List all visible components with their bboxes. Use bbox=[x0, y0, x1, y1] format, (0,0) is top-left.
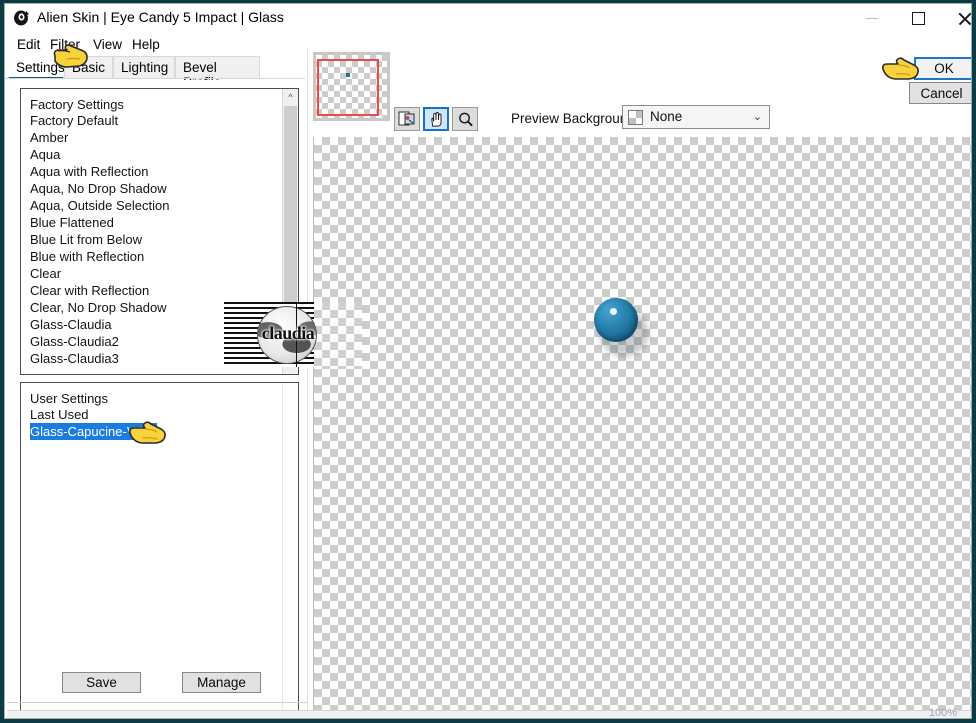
list-item[interactable]: Aqua bbox=[21, 146, 298, 163]
tab-bevel-profile[interactable]: Bevel Profile bbox=[175, 56, 260, 90]
navigator-thumbnail[interactable] bbox=[313, 52, 390, 121]
user-settings-items: User Settings Last Used Glass-Capucine-V… bbox=[21, 387, 298, 440]
sphere-highlight bbox=[610, 308, 617, 315]
minimize-icon bbox=[866, 18, 878, 19]
list-item[interactable]: Factory Default bbox=[21, 112, 298, 129]
preview-background-value: None bbox=[650, 109, 683, 124]
window-title: Alien Skin | Eye Candy 5 Impact | Glass bbox=[37, 9, 284, 25]
watermark-checker bbox=[314, 302, 362, 367]
list-item[interactable]: Aqua with Reflection bbox=[21, 163, 298, 180]
list-item[interactable]: Blue Lit from Below bbox=[21, 231, 298, 248]
image-picker-icon bbox=[398, 111, 415, 126]
list-item[interactable]: Last Used bbox=[21, 406, 298, 423]
close-button[interactable] bbox=[941, 4, 972, 33]
image-picker-tool-button[interactable] bbox=[394, 107, 420, 131]
transparency-swatch-icon bbox=[628, 110, 643, 125]
app-root: Alien Skin | Eye Candy 5 Impact | Glass … bbox=[0, 0, 976, 723]
list-item[interactable]: Aqua, No Drop Shadow bbox=[21, 180, 298, 197]
navigator-viewport-rect[interactable] bbox=[317, 59, 379, 116]
ok-button[interactable]: OK bbox=[914, 57, 971, 80]
preview-background-select[interactable]: None ⌄ bbox=[622, 105, 770, 129]
glass-sphere-object bbox=[591, 295, 661, 365]
list-item[interactable]: Clear bbox=[21, 265, 298, 282]
menu-item-view[interactable]: View bbox=[89, 36, 126, 53]
preview-pane: Preview Background: None ⌄ OK Cancel bbox=[308, 49, 971, 710]
list-item[interactable]: Blue Flattened bbox=[21, 214, 298, 231]
watermark-text: claudia bbox=[261, 323, 315, 343]
user-settings-listbox[interactable]: User Settings Last Used Glass-Capucine-V… bbox=[20, 382, 299, 718]
chevron-down-icon[interactable]: ⌄ bbox=[753, 110, 762, 123]
list-item[interactable]: Clear with Reflection bbox=[21, 282, 298, 299]
alien-skin-icon bbox=[13, 9, 31, 27]
left-pane-divider bbox=[7, 702, 307, 703]
claudia-watermark: claudia bbox=[224, 302, 362, 367]
menu-item-edit[interactable]: Edit bbox=[13, 36, 44, 53]
list-item[interactable]: User Settings bbox=[21, 387, 298, 406]
magnifier-zoom-icon bbox=[458, 112, 473, 126]
zoom-readout: 100% bbox=[928, 707, 957, 719]
user-list-scrollbar[interactable] bbox=[282, 383, 298, 718]
cancel-button[interactable]: Cancel bbox=[909, 82, 971, 104]
save-button[interactable]: Save bbox=[62, 672, 141, 693]
close-icon bbox=[957, 11, 972, 26]
application-window: Alien Skin | Eye Candy 5 Impact | Glass … bbox=[4, 3, 972, 719]
menu-item-help[interactable]: Help bbox=[128, 36, 164, 53]
maximize-button[interactable] bbox=[895, 4, 941, 33]
hand-pan-icon bbox=[430, 111, 442, 127]
title-bar: Alien Skin | Eye Candy 5 Impact | Glass bbox=[5, 4, 971, 33]
tab-strip-divider bbox=[5, 78, 305, 79]
manage-button[interactable]: Manage bbox=[182, 672, 261, 693]
sphere-body bbox=[594, 298, 638, 342]
minimize-button[interactable] bbox=[849, 4, 895, 33]
list-item[interactable]: Factory Settings bbox=[21, 93, 298, 112]
navigator-object-dot bbox=[346, 73, 350, 77]
magnifier-zoom-tool-button[interactable] bbox=[452, 107, 478, 131]
tab-basic[interactable]: Basic bbox=[64, 56, 113, 79]
tab-settings[interactable]: Settings bbox=[8, 56, 65, 79]
list-item[interactable]: Amber bbox=[21, 129, 298, 146]
chevron-up-icon[interactable]: ^ bbox=[283, 89, 298, 105]
list-item[interactable]: Blue with Reflection bbox=[21, 248, 298, 265]
list-item-selected[interactable]: Glass-Capucine-VSP bbox=[30, 423, 157, 440]
menu-item-filter[interactable]: Filter bbox=[46, 36, 84, 53]
preview-canvas[interactable] bbox=[313, 137, 971, 710]
tab-strip: Settings Basic Lighting Bevel Profile bbox=[5, 56, 305, 90]
status-bar: 100% bbox=[7, 707, 971, 719]
list-item[interactable]: Aqua, Outside Selection bbox=[21, 197, 298, 214]
scrollbar-thumb[interactable] bbox=[284, 106, 297, 332]
preview-background-label: Preview Background: bbox=[511, 111, 639, 126]
settings-pane: Factory Settings Factory Default Amber A… bbox=[7, 80, 307, 718]
maximize-icon bbox=[911, 12, 925, 25]
tab-lighting[interactable]: Lighting bbox=[113, 56, 175, 79]
hand-pan-tool-button[interactable] bbox=[423, 107, 449, 131]
